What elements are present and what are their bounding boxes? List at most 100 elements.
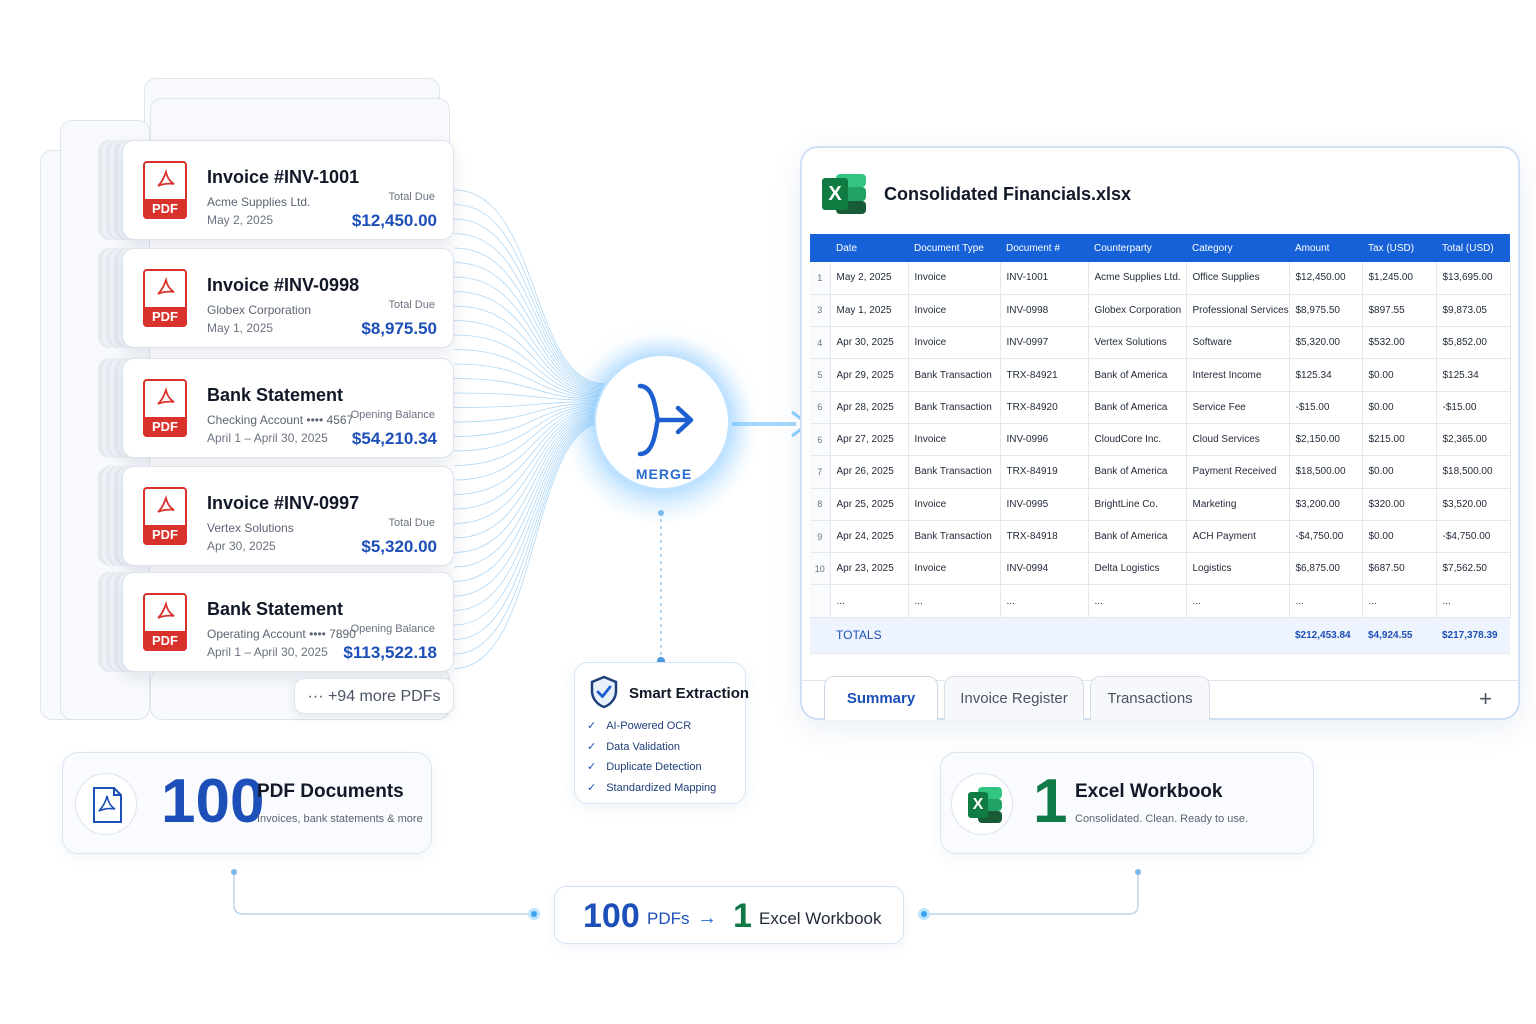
table-cell[interactable]: Invoice [908,326,1001,360]
table-cell[interactable]: INV-0997 [1000,326,1089,360]
table-cell[interactable]: $18,500.00 [1436,455,1511,489]
table-cell[interactable]: $9,873.05 [1436,294,1511,328]
table-cell[interactable]: $5,852.00 [1436,326,1511,360]
table-cell[interactable]: Marketing [1186,488,1290,521]
pdf-document-card[interactable]: PDF Invoice #INV-1001 Acme Supplies Ltd.… [122,140,454,240]
table-cell[interactable]: Bank Transaction [908,391,1001,424]
tab-invoice-register[interactable]: Invoice Register [944,676,1084,720]
table-cell[interactable]: ... [830,584,909,618]
table-cell[interactable]: Apr 27, 2025 [830,423,909,457]
table-cell[interactable]: $7,562.50 [1436,552,1511,586]
table-cell[interactable]: -$4,750.00 [1436,520,1511,554]
table-cell[interactable]: $0.00 [1362,520,1437,554]
table-row[interactable]: 7 Apr 26, 2025 Bank Transaction TRX-84919 Ba… [810,455,1511,489]
table-cell[interactable]: $2,150.00 [1289,423,1363,457]
table-cell[interactable]: $8,975.50 [1289,294,1363,328]
column-header[interactable]: Tax (USD) [1362,234,1436,262]
table-cell[interactable]: Bank of America [1088,455,1187,489]
table-cell[interactable]: TRX-84918 [1000,520,1089,554]
table-cell[interactable]: Bank Transaction [908,520,1001,554]
table-cell[interactable]: $687.50 [1362,552,1437,586]
table-cell[interactable]: ... [1362,584,1437,618]
column-header[interactable]: Date [830,234,908,262]
table-cell[interactable]: Bank of America [1088,391,1187,424]
table-cell[interactable]: Bank Transaction [908,455,1001,489]
table-cell[interactable]: Apr 25, 2025 [830,488,909,521]
table-cell[interactable]: Invoice [908,552,1001,586]
table-cell[interactable]: $125.34 [1436,358,1511,392]
table-cell[interactable]: BrightLine Co. [1088,488,1187,521]
pdf-document-card[interactable]: PDF Invoice #INV-0998 Globex Corporation… [122,248,454,348]
table-cell[interactable]: Software [1186,326,1290,360]
table-cell[interactable]: INV-1001 [1000,262,1089,295]
table-cell[interactable]: Invoice [908,262,1001,295]
table-row[interactable]: 6 Apr 27, 2025 Invoice INV-0996 CloudCore In… [810,423,1511,457]
table-cell[interactable]: Globex Corporation [1088,294,1187,328]
table-cell[interactable]: TRX-84921 [1000,358,1089,392]
table-cell[interactable]: ... [1000,584,1089,618]
table-cell[interactable]: -$15.00 [1436,391,1511,424]
table-cell[interactable]: INV-0998 [1000,294,1089,328]
table-row[interactable]: 4 Apr 30, 2025 Invoice INV-0997 Vertex Solut… [810,326,1511,360]
more-pdfs-pill[interactable]: ··· +94 more PDFs [294,678,454,714]
table-cell[interactable]: $0.00 [1362,455,1437,489]
add-sheet-button[interactable]: + [1479,686,1492,712]
table-cell[interactable]: Invoice [908,294,1001,328]
table-cell[interactable]: Service Fee [1186,391,1290,424]
table-row[interactable]: 6 Apr 28, 2025 Bank Transaction TRX-84920 Ba… [810,391,1511,424]
table-cell[interactable]: Bank of America [1088,358,1187,392]
table-cell[interactable]: Acme Supplies Ltd. [1088,262,1187,295]
table-row[interactable]: 8 Apr 25, 2025 Invoice INV-0995 BrightLine C… [810,488,1511,521]
column-header[interactable]: Document # [1000,234,1088,262]
pdf-document-card[interactable]: PDF Bank Statement Checking Account ••••… [122,358,454,458]
table-row[interactable]: 10 Apr 23, 2025 Invoice INV-0994 Delta Logis… [810,552,1511,586]
table-row[interactable]: ........................ [810,584,1511,618]
table-cell[interactable]: $12,450.00 [1289,262,1363,295]
table-cell[interactable]: Bank of America [1088,520,1187,554]
table-cell[interactable]: $0.00 [1362,391,1437,424]
column-header[interactable]: Category [1186,234,1289,262]
table-cell[interactable]: $3,520.00 [1436,488,1511,521]
table-cell[interactable]: $215.00 [1362,423,1437,457]
table-cell[interactable]: INV-0996 [1000,423,1089,457]
table-cell[interactable]: $3,200.00 [1289,488,1363,521]
table-cell[interactable]: -$4,750.00 [1289,520,1363,554]
table-cell[interactable]: Payment Received [1186,455,1290,489]
table-row[interactable]: 3 May 1, 2025 Invoice INV-0998 Globex Corpor… [810,294,1511,328]
table-cell[interactable]: ACH Payment [1186,520,1290,554]
table-cell[interactable]: TRX-84919 [1000,455,1089,489]
table-cell[interactable]: Cloud Services [1186,423,1290,457]
column-header[interactable]: Amount [1289,234,1362,262]
table-cell[interactable]: $13,695.00 [1436,262,1511,295]
table-cell[interactable]: CloudCore Inc. [1088,423,1187,457]
table-cell[interactable]: INV-0995 [1000,488,1089,521]
table-cell[interactable]: Vertex Solutions [1088,326,1187,360]
table-cell[interactable]: Apr 23, 2025 [830,552,909,586]
table-cell[interactable]: Invoice [908,488,1001,521]
table-cell[interactable]: Interest Income [1186,358,1290,392]
table-cell[interactable]: Office Supplies [1186,262,1290,295]
table-cell[interactable]: $18,500.00 [1289,455,1363,489]
table-row[interactable]: 9 Apr 24, 2025 Bank Transaction TRX-84918 Ba… [810,520,1511,554]
table-cell[interactable]: ... [1088,584,1187,618]
table-cell[interactable]: Apr 24, 2025 [830,520,909,554]
table-cell[interactable]: $1,245.00 [1362,262,1437,295]
merge-node[interactable]: MERGE [594,354,730,490]
pdf-document-card[interactable]: PDF Invoice #INV-0997 Vertex Solutions A… [122,466,454,566]
table-cell[interactable]: Apr 26, 2025 [830,455,909,489]
table-cell[interactable]: $5,320.00 [1289,326,1363,360]
table-cell[interactable]: INV-0994 [1000,552,1089,586]
table-cell[interactable]: Apr 29, 2025 [830,358,909,392]
column-header[interactable]: Counterparty [1088,234,1186,262]
table-cell[interactable]: ... [908,584,1001,618]
tab-transactions[interactable]: Transactions [1090,676,1210,720]
table-cell[interactable]: Apr 28, 2025 [830,391,909,424]
table-cell[interactable]: ... [1436,584,1511,618]
table-cell[interactable]: $532.00 [1362,326,1437,360]
table-cell[interactable]: $320.00 [1362,488,1437,521]
table-cell[interactable]: Apr 30, 2025 [830,326,909,360]
table-cell[interactable]: Invoice [908,423,1001,457]
table-cell[interactable]: $125.34 [1289,358,1363,392]
table-cell[interactable]: May 2, 2025 [830,262,909,295]
pdf-document-card[interactable]: PDF Bank Statement Operating Account •••… [122,572,454,672]
